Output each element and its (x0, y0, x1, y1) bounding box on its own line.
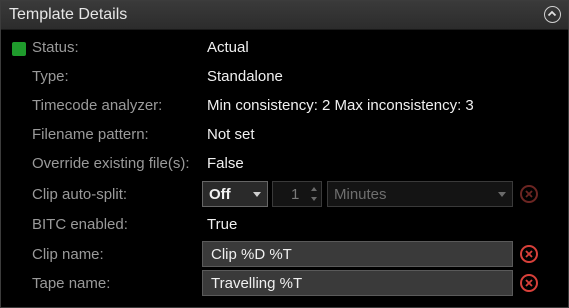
clip-name-row: Clip name: (1, 240, 568, 269)
timecode-label: Timecode analyzer: (32, 97, 163, 114)
filename-label: Filename pattern: (32, 126, 149, 143)
filename-row: Filename pattern: Not set (1, 120, 568, 149)
type-row: Type: Standalone (1, 62, 568, 91)
clear-autosplit-icon[interactable] (520, 185, 538, 203)
panel-title: Template Details (9, 6, 128, 23)
autosplit-unit-value: Minutes (334, 186, 387, 203)
autosplit-mode-select[interactable]: Off (202, 181, 268, 207)
dropdown-arrow-icon (498, 192, 506, 197)
status-label: Status: (32, 39, 79, 56)
tape-name-field[interactable] (202, 270, 513, 296)
clear-tape-name-icon[interactable] (520, 274, 538, 292)
override-label: Override existing file(s): (32, 155, 190, 172)
clip-name-label: Clip name: (32, 246, 104, 263)
clip-name-input[interactable] (203, 242, 512, 266)
template-details-panel: Template Details Status: Actual Type: St… (0, 0, 569, 308)
spin-up-icon[interactable] (311, 187, 317, 191)
override-row: Override existing file(s): False (1, 149, 568, 178)
autosplit-count-value: 1 (291, 186, 300, 203)
dropdown-arrow-icon (253, 192, 261, 197)
autosplit-mode-value: Off (209, 186, 231, 203)
filename-value: Not set (207, 126, 255, 143)
panel-header: Template Details (1, 1, 568, 30)
tape-name-row: Tape name: (1, 269, 568, 298)
status-value: Actual (207, 39, 249, 56)
bitc-label: BITC enabled: (32, 216, 128, 233)
timecode-row: Timecode analyzer: Min consistency: 2 Ma… (1, 91, 568, 120)
tape-name-input[interactable] (203, 271, 512, 295)
chevron-up-icon[interactable] (544, 6, 561, 23)
tape-name-label: Tape name: (32, 275, 111, 292)
bitc-value: True (207, 216, 238, 233)
autosplit-count-spinner[interactable]: 1 (272, 181, 322, 207)
autosplit-unit-select[interactable]: Minutes (327, 181, 513, 207)
timecode-value: Min consistency: 2 Max inconsistency: 3 (207, 97, 474, 114)
clear-clip-name-icon[interactable] (520, 245, 538, 263)
override-value: False (207, 155, 244, 172)
spin-down-icon[interactable] (311, 197, 317, 201)
type-label: Type: (32, 68, 69, 85)
status-row: Status: Actual (1, 33, 568, 62)
status-square-icon (12, 42, 26, 56)
clip-name-field[interactable] (202, 241, 513, 267)
autosplit-label: Clip auto-split: (32, 186, 128, 203)
bitc-row: BITC enabled: True (1, 210, 568, 239)
autosplit-row: Clip auto-split: Off 1 Minutes (1, 178, 568, 207)
type-value: Standalone (207, 68, 283, 85)
